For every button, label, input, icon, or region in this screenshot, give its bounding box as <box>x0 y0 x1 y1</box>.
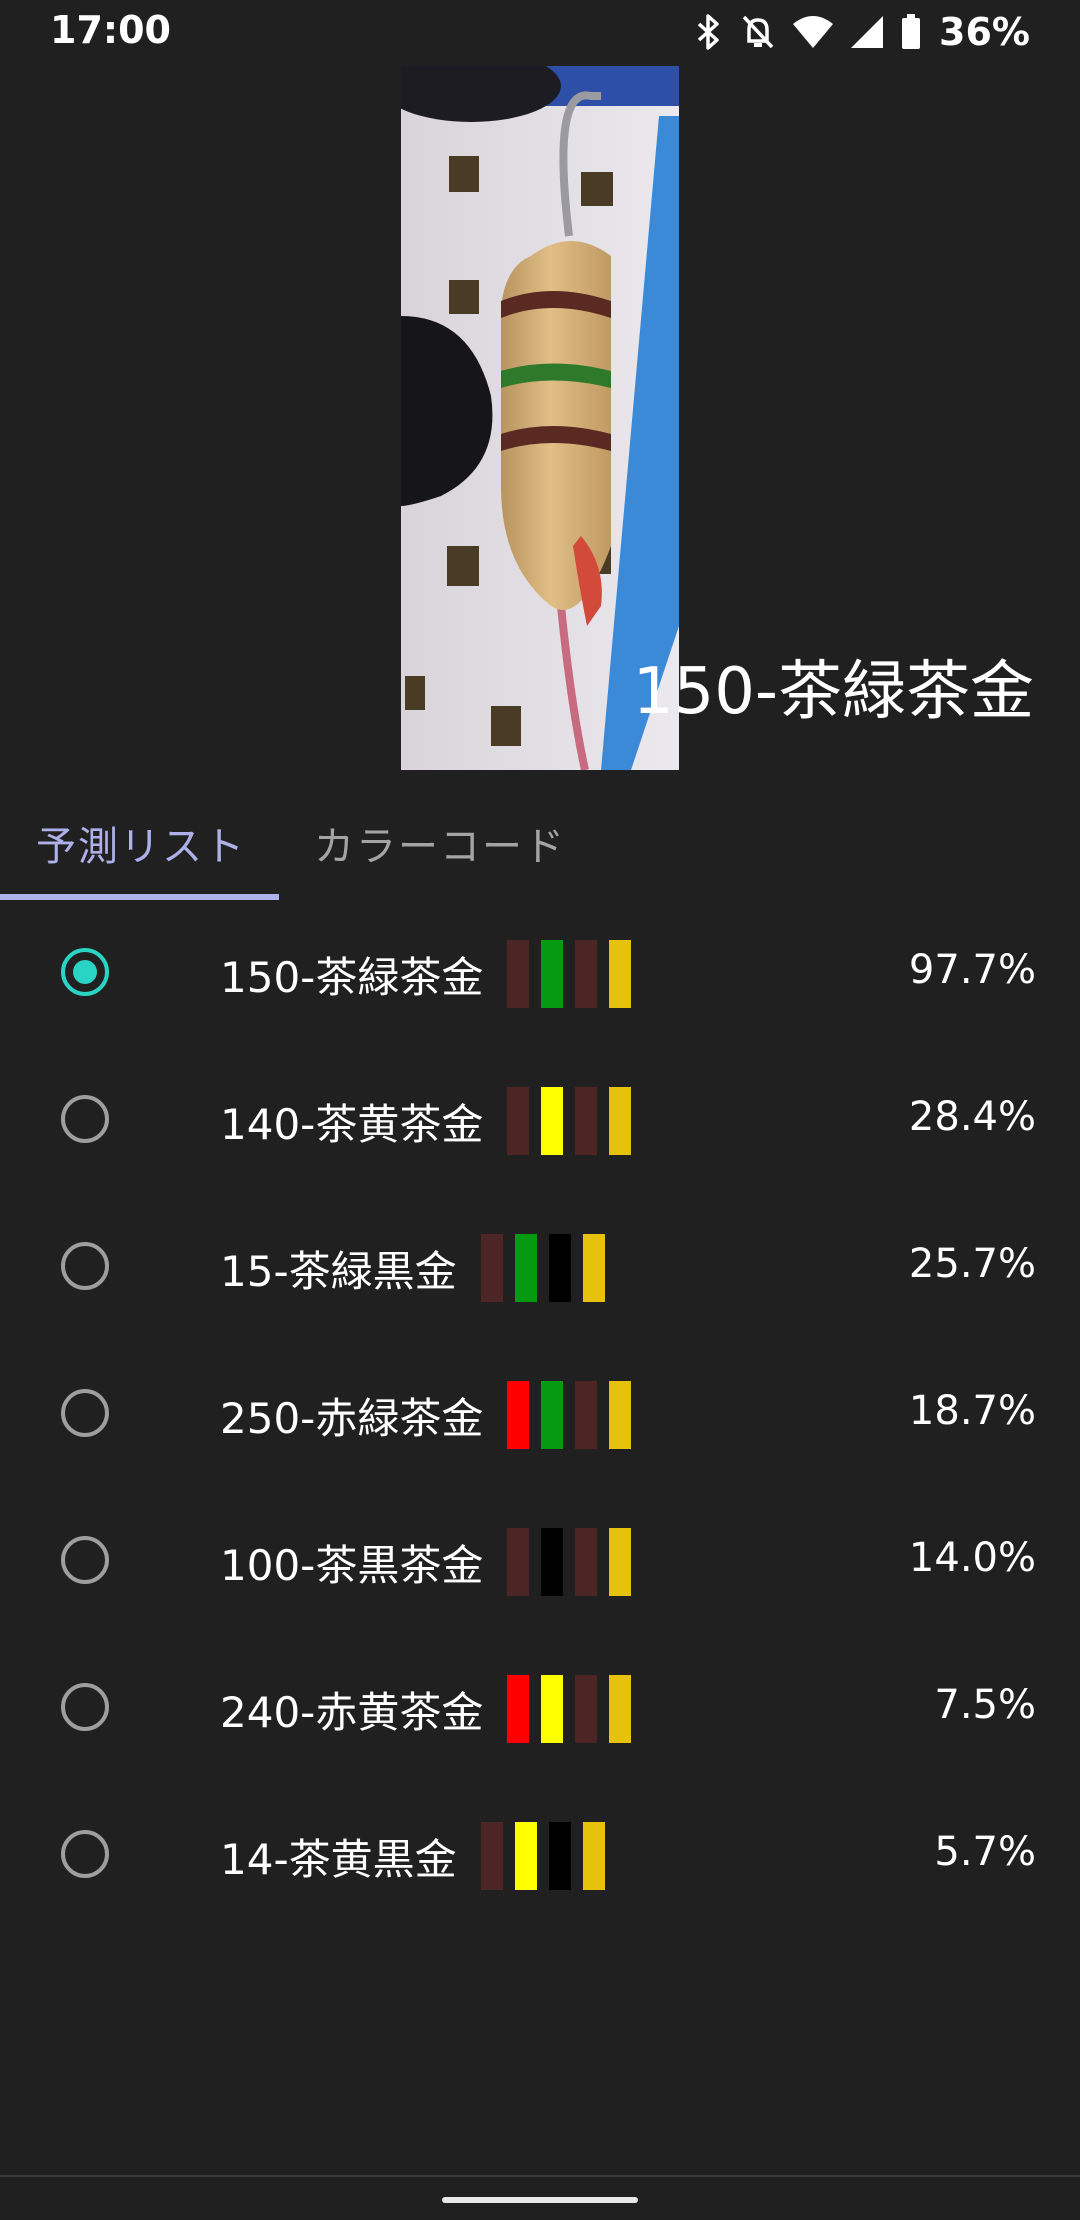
color-band <box>575 1087 598 1155</box>
list-item[interactable]: 250-赤緑茶金 18.7% <box>0 1342 1080 1489</box>
color-band <box>541 1528 564 1596</box>
status-bar: 17:00 36% <box>0 0 1080 64</box>
list-item[interactable]: 100-茶黒茶金 14.0% <box>0 1489 1080 1636</box>
resistor-value-label: 14-茶黄黒金 <box>220 1834 457 1884</box>
divider <box>0 2175 1080 2177</box>
color-band <box>514 1822 537 1890</box>
color-band <box>609 1675 632 1743</box>
list-item[interactable]: 150-茶緑茶金 97.7% <box>0 901 1080 1048</box>
battery-icon <box>901 14 921 50</box>
resistor-value-label: 15-茶緑黒金 <box>220 1246 457 1296</box>
tab-bar: 予測リスト カラーコード <box>0 780 1080 900</box>
tab-prediction-list[interactable]: 予測リスト <box>36 814 246 872</box>
color-band <box>541 1087 564 1155</box>
color-band <box>609 1087 632 1155</box>
confidence-percent: 7.5% <box>934 1682 1036 1728</box>
color-band <box>480 1822 503 1890</box>
cellular-signal-icon <box>851 16 884 48</box>
confidence-percent: 25.7% <box>908 1241 1036 1287</box>
resistor-value-label: 240-赤黄茶金 <box>220 1687 484 1737</box>
bluetooth-icon <box>695 14 723 50</box>
radio-button[interactable] <box>61 1095 109 1143</box>
status-time: 17:00 <box>50 8 171 52</box>
resistor-value-label: 100-茶黒茶金 <box>220 1540 484 1590</box>
color-band <box>575 1528 598 1596</box>
color-band <box>541 940 564 1008</box>
color-band <box>575 1675 598 1743</box>
list-item[interactable]: 14-茶黄黒金 5.7% <box>0 1783 1080 1930</box>
radio-button[interactable] <box>61 1389 109 1437</box>
color-bands <box>507 1528 632 1596</box>
color-band <box>507 1381 530 1449</box>
color-bands <box>480 1822 605 1890</box>
color-band <box>507 1087 530 1155</box>
color-band <box>507 1675 530 1743</box>
confidence-percent: 14.0% <box>908 1535 1036 1581</box>
color-bands <box>507 1087 632 1155</box>
confidence-percent: 5.7% <box>934 1829 1036 1875</box>
confidence-percent: 97.7% <box>908 947 1036 993</box>
radio-button[interactable] <box>61 1683 109 1731</box>
prediction-result-label: 150-茶緑茶金 <box>632 655 1034 729</box>
color-band <box>548 1234 571 1302</box>
color-band <box>582 1822 605 1890</box>
color-band <box>507 940 530 1008</box>
color-band <box>480 1234 503 1302</box>
status-icons: 36% <box>695 8 1030 56</box>
color-band <box>575 1381 598 1449</box>
color-band <box>609 940 632 1008</box>
color-bands <box>507 1381 632 1449</box>
radio-button[interactable] <box>61 948 109 996</box>
tab-color-code[interactable]: カラーコード <box>314 814 566 872</box>
color-band <box>609 1528 632 1596</box>
tab-active-indicator <box>0 894 279 900</box>
list-item[interactable]: 240-赤黄茶金 7.5% <box>0 1636 1080 1783</box>
color-bands <box>507 940 632 1008</box>
radio-button[interactable] <box>61 1830 109 1878</box>
resistor-value-label: 140-茶黄茶金 <box>220 1099 484 1149</box>
wifi-icon <box>793 16 834 48</box>
color-band <box>514 1234 537 1302</box>
home-gesture-bar[interactable] <box>442 2197 638 2203</box>
color-band <box>548 1822 571 1890</box>
radio-button[interactable] <box>61 1242 109 1290</box>
color-band <box>609 1381 632 1449</box>
confidence-percent: 18.7% <box>908 1388 1036 1434</box>
notifications-off-icon <box>741 14 775 50</box>
color-band <box>507 1528 530 1596</box>
radio-button[interactable] <box>61 1536 109 1584</box>
resistor-value-label: 150-茶緑茶金 <box>220 952 484 1002</box>
color-band <box>541 1381 564 1449</box>
color-bands <box>507 1675 632 1743</box>
color-bands <box>480 1234 605 1302</box>
color-band <box>541 1675 564 1743</box>
resistor-value-label: 250-赤緑茶金 <box>220 1393 484 1443</box>
color-band <box>582 1234 605 1302</box>
battery-percent: 36% <box>939 10 1030 54</box>
color-band <box>575 940 598 1008</box>
list-item[interactable]: 140-茶黄茶金 28.4% <box>0 1048 1080 1195</box>
confidence-percent: 28.4% <box>908 1094 1036 1140</box>
list-item[interactable]: 15-茶緑黒金 25.7% <box>0 1195 1080 1342</box>
